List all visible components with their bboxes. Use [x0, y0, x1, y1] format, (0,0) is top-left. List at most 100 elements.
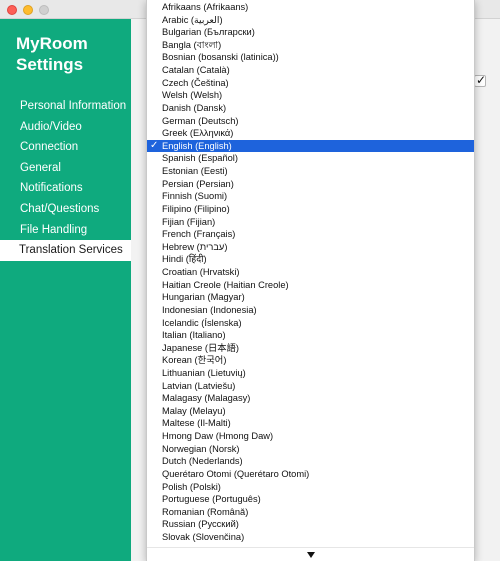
language-option[interactable]: Fijian (Fijian) [147, 216, 474, 229]
language-option-label: Dutch (Nederlands) [162, 456, 243, 467]
language-option[interactable]: Lithuanian (Lietuvių) [147, 367, 474, 380]
language-option-label: Korean (한국어) [162, 355, 227, 366]
sidebar-item-file-handling[interactable]: File Handling [0, 220, 131, 241]
language-option-label: Lithuanian (Lietuvių) [162, 367, 246, 378]
language-option[interactable]: Polish (Polski) [147, 481, 474, 494]
language-option-label: English (English) [162, 140, 232, 151]
language-option[interactable]: French (Français) [147, 228, 474, 241]
language-option[interactable]: Portuguese (Português) [147, 493, 474, 506]
language-option-label: Polish (Polski) [162, 481, 221, 492]
language-option-label: Portuguese (Português) [162, 494, 261, 505]
language-option-label: French (Français) [162, 229, 236, 240]
language-option-label: Welsh (Welsh) [162, 90, 223, 101]
language-option[interactable]: Malay (Melayu) [147, 405, 474, 418]
language-option[interactable]: Querétaro Otomi (Querétaro Otomi) [147, 468, 474, 481]
language-option[interactable]: Spanish (Español) [147, 152, 474, 165]
language-option-label: Maltese (Il-Malti) [162, 418, 231, 429]
language-option-label: Malay (Melayu) [162, 405, 226, 416]
language-option[interactable]: Slovak (Slovenčina) [147, 531, 474, 544]
language-option[interactable]: Italian (Italiano) [147, 329, 474, 342]
language-option-label: Filipino (Filipino) [162, 203, 230, 214]
language-option-label: Estonian (Eesti) [162, 166, 228, 177]
language-option-label: Russian (Русский) [162, 519, 239, 530]
language-option[interactable]: Latvian (Latviešu) [147, 380, 474, 393]
language-option-label: Bosnian (bosanski (latinica)) [162, 52, 279, 63]
sidebar-item-audio-video[interactable]: Audio/Video [0, 117, 131, 138]
language-option-label: Fijian (Fijian) [162, 216, 216, 227]
language-option[interactable]: Indonesian (Indonesia) [147, 304, 474, 317]
sidebar: MyRoom Settings Personal Information Audi… [0, 19, 131, 561]
language-option-label: Arabic (العربية) [162, 14, 223, 25]
language-option[interactable]: Malagasy (Malagasy) [147, 392, 474, 405]
language-option-label: Hindi (हिंदी) [162, 254, 207, 265]
language-option-label: Hmong Daw (Hmong Daw) [162, 431, 274, 442]
language-option[interactable]: Russian (Русский) [147, 518, 474, 531]
sidebar-item-notifications[interactable]: Notifications [0, 178, 131, 199]
language-option[interactable]: Romanian (Română) [147, 506, 474, 519]
language-option[interactable]: ✓ English (English) [147, 139, 474, 153]
language-option[interactable]: Finnish (Suomi) [147, 190, 474, 203]
language-option-label: Persian (Persian) [162, 178, 234, 189]
sidebar-item-personal-information[interactable]: Personal Information [0, 96, 131, 117]
close-window-button[interactable] [7, 5, 17, 15]
language-option[interactable]: Arabic (العربية) [147, 14, 474, 27]
sidebar-item-general[interactable]: General [0, 158, 131, 179]
language-option[interactable]: Icelandic (Íslenska) [147, 317, 474, 330]
language-option[interactable]: Bosnian (bosanski (latinica)) [147, 51, 474, 64]
language-option[interactable]: Estonian (Eesti) [147, 165, 474, 178]
sidebar-item-translation-services[interactable]: Translation Services [0, 240, 131, 261]
language-option-label: German (Deutsch) [162, 115, 239, 126]
language-option[interactable]: Hmong Daw (Hmong Daw) [147, 430, 474, 443]
checkmark-icon: ✓ [150, 139, 159, 151]
maximize-window-button[interactable] [39, 5, 49, 15]
language-option[interactable]: Dutch (Nederlands) [147, 455, 474, 468]
language-option[interactable]: German (Deutsch) [147, 115, 474, 128]
language-option-label: Slovak (Slovenčina) [162, 532, 245, 543]
language-option[interactable]: Maltese (Il-Malti) [147, 417, 474, 430]
sidebar-nav: Personal Information Audio/Video Connectio… [0, 96, 131, 261]
language-option-label: Croatian (Hrvatski) [162, 267, 240, 278]
language-option[interactable]: Bulgarian (Български) [147, 26, 474, 39]
checkmark-icon: ✓ [476, 73, 487, 87]
language-option[interactable]: Filipino (Filipino) [147, 203, 474, 216]
triangle-down-icon [307, 552, 315, 558]
language-option[interactable]: Croatian (Hrvatski) [147, 266, 474, 279]
language-dropdown-menu[interactable]: Afrikaans (Afrikaans) Arabic (العربية) Bul… [146, 0, 475, 561]
language-option-label: Hungarian (Magyar) [162, 292, 245, 303]
scroll-down-button[interactable] [147, 547, 474, 561]
language-option[interactable]: Danish (Dansk) [147, 102, 474, 115]
language-option[interactable]: Norwegian (Norsk) [147, 443, 474, 456]
language-option[interactable]: Hungarian (Magyar) [147, 291, 474, 304]
language-option[interactable]: Catalan (Català) [147, 64, 474, 77]
language-option-label: Latvian (Latviešu) [162, 380, 236, 391]
language-option-label: Afrikaans (Afrikaans) [162, 2, 249, 12]
language-option-label: Catalan (Català) [162, 65, 230, 76]
language-option-label: Bulgarian (Български) [162, 27, 255, 38]
sidebar-item-connection[interactable]: Connection [0, 137, 131, 158]
language-option[interactable]: Bangla (বাংলা) [147, 39, 474, 52]
language-option[interactable]: Czech (Čeština) [147, 77, 474, 90]
language-option[interactable]: Haitian Creole (Haitian Creole) [147, 279, 474, 292]
language-option-label: Czech (Čeština) [162, 77, 229, 88]
language-option[interactable]: Korean (한국어) [147, 354, 474, 367]
language-option-label: Querétaro Otomi (Querétaro Otomi) [162, 468, 310, 479]
language-option-label: Danish (Dansk) [162, 102, 227, 113]
language-option[interactable]: Greek (Ελληνικά) [147, 127, 474, 140]
language-option-label: Indonesian (Indonesia) [162, 304, 257, 315]
minimize-window-button[interactable] [23, 5, 33, 15]
language-option-label: Malagasy (Malagasy) [162, 393, 251, 404]
language-option-label: Hebrew (עברית) [162, 241, 228, 252]
translation-checkbox[interactable]: ✓ [474, 73, 487, 87]
language-option-label: Finnish (Suomi) [162, 191, 228, 202]
settings-window: MyRoom Settings Personal Information Audi… [0, 0, 500, 561]
sidebar-item-chat-questions[interactable]: Chat/Questions [0, 199, 131, 220]
language-option[interactable]: Japanese (日本語) [147, 342, 474, 355]
language-option-label: Japanese (日本語) [162, 342, 239, 353]
language-option[interactable]: Persian (Persian) [147, 178, 474, 191]
language-option[interactable]: Welsh (Welsh) [147, 89, 474, 102]
language-option[interactable]: Hebrew (עברית) [147, 241, 474, 254]
language-option-label: Bangla (বাংলা) [162, 39, 222, 50]
language-option[interactable]: Hindi (हिंदी) [147, 253, 474, 266]
language-option[interactable]: Afrikaans (Afrikaans) [147, 1, 474, 14]
language-option-label: Norwegian (Norsk) [162, 443, 240, 454]
